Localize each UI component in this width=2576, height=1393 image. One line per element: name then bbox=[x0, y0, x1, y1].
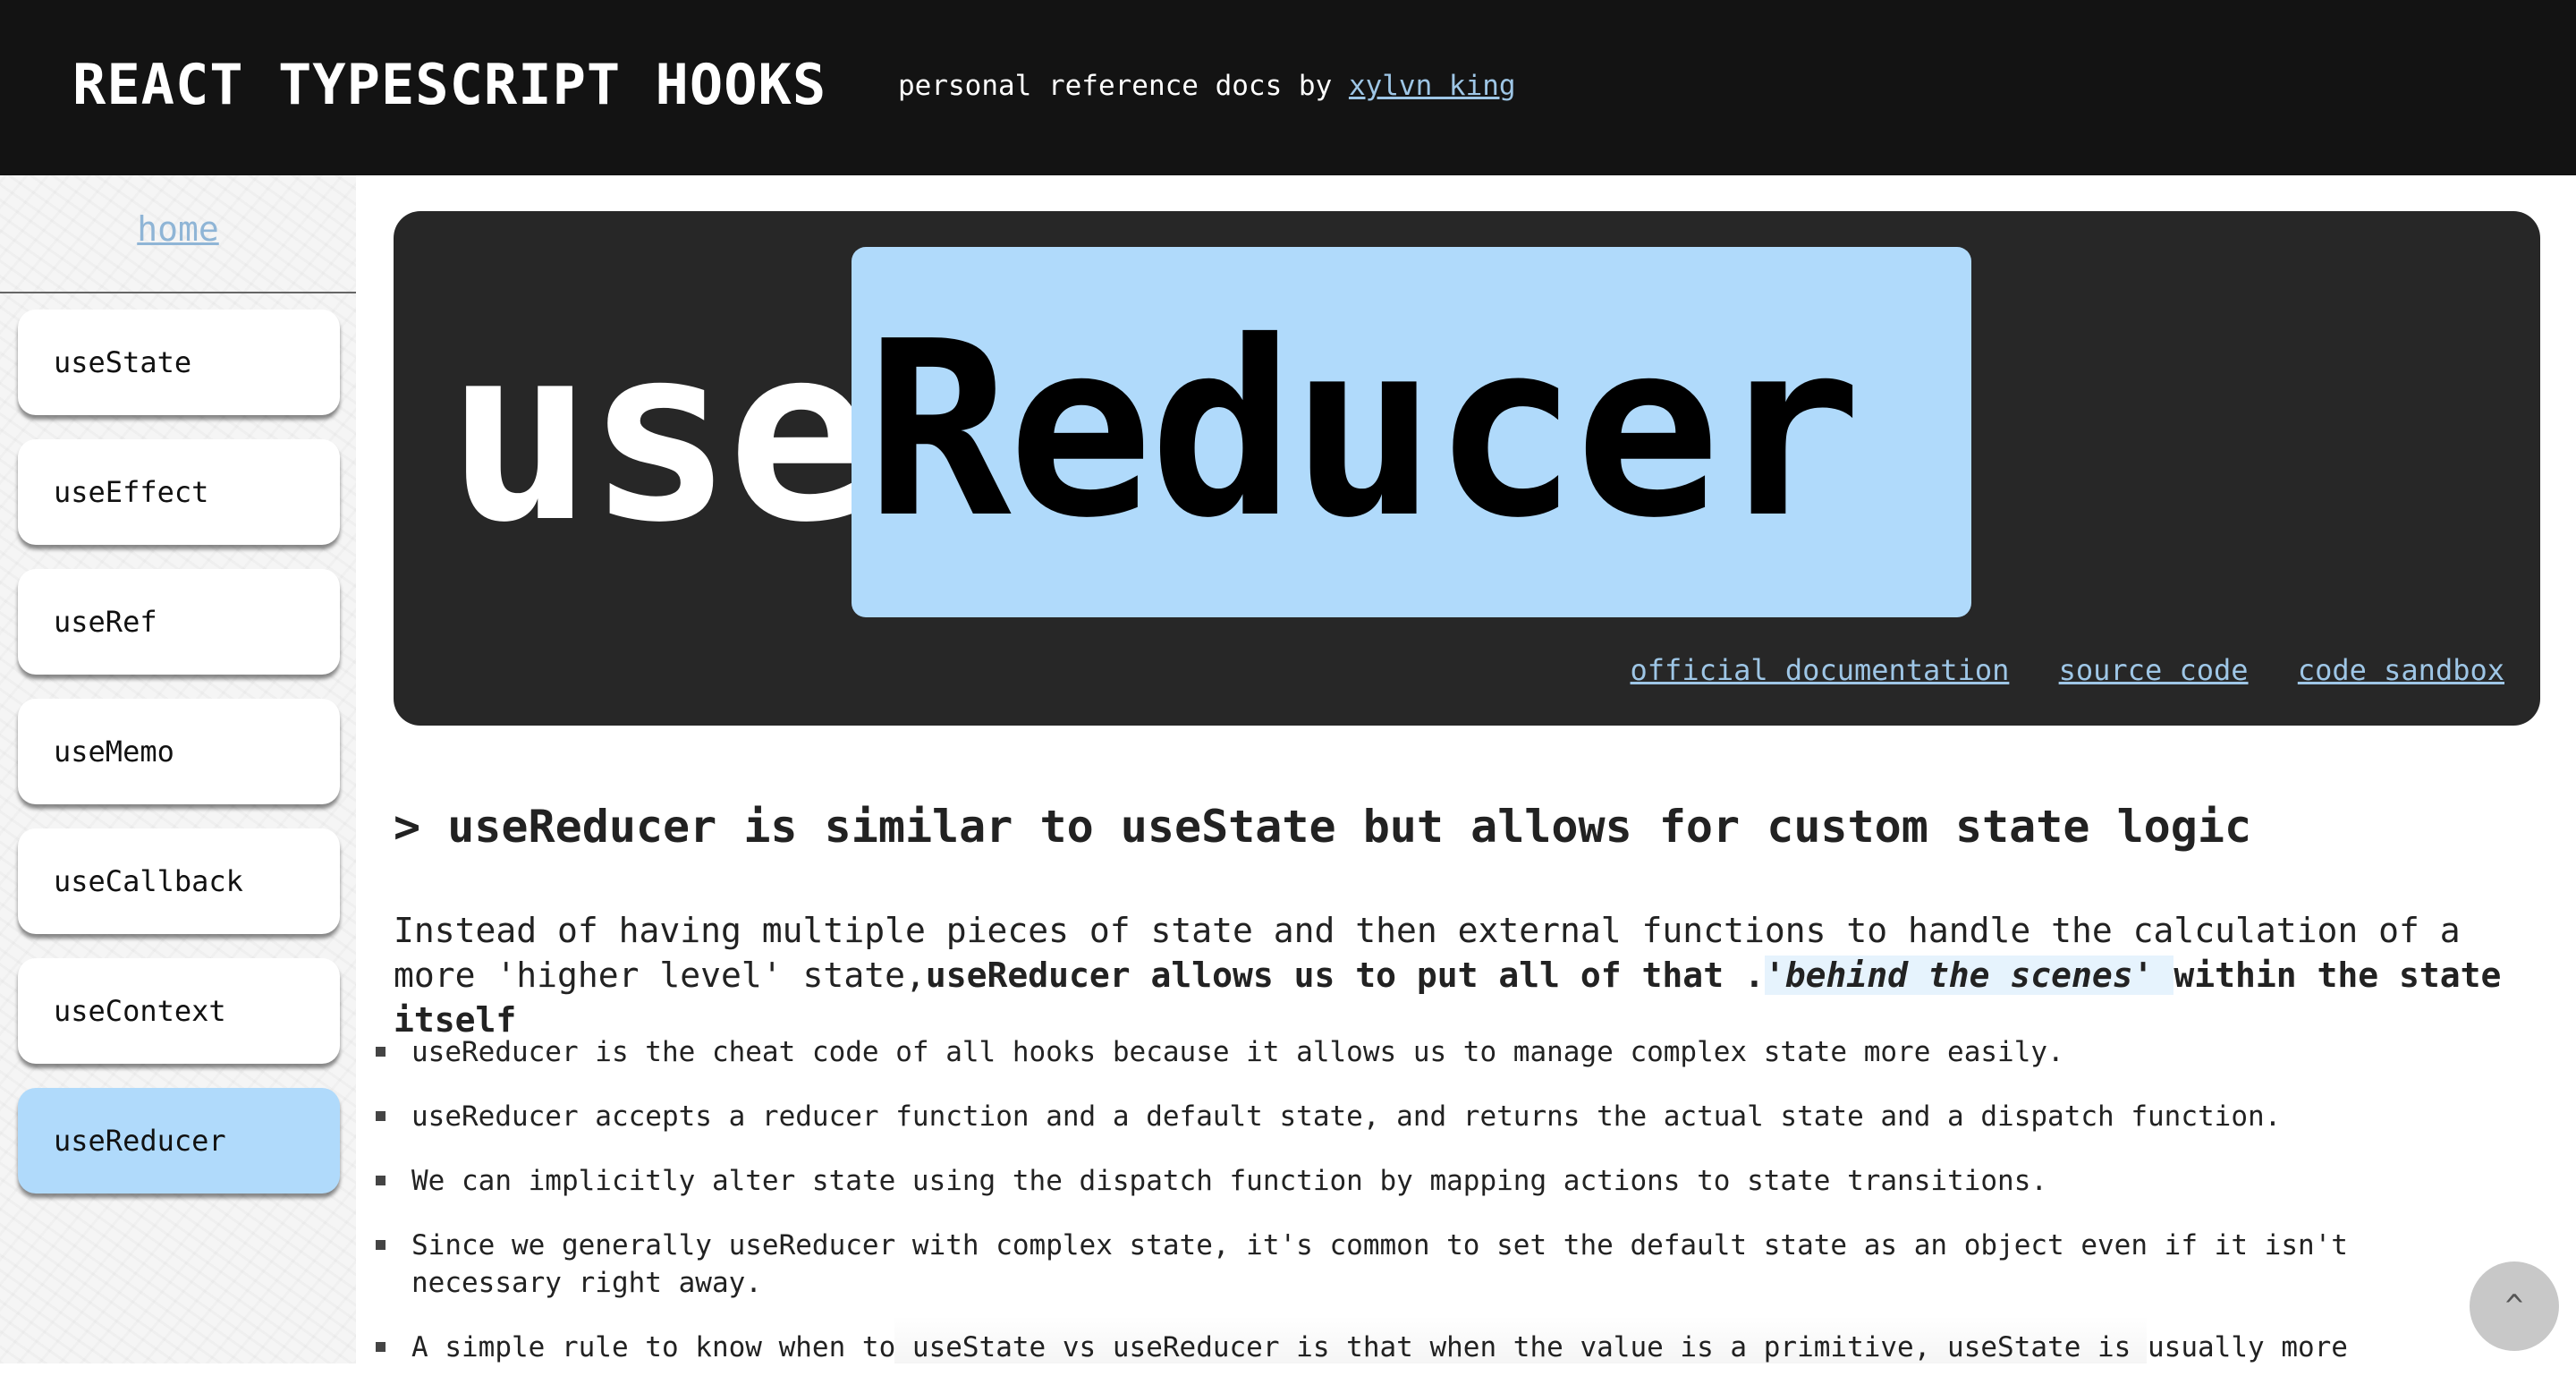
list-item: useReducer accepts a reducer function an… bbox=[376, 1098, 2433, 1135]
hero-links: official documentation source code code … bbox=[1598, 653, 2504, 687]
list-item: We can implicitly alter state using the … bbox=[376, 1162, 2433, 1200]
scroll-fade bbox=[894, 1315, 2147, 1363]
official-docs-link[interactable]: official documentation bbox=[1631, 653, 2010, 687]
sidebar-item-usecontext[interactable]: useContext bbox=[18, 958, 340, 1064]
list-item: useReducer is the cheat code of all hook… bbox=[376, 1033, 2433, 1071]
sidebar-item-usestate[interactable]: useState bbox=[18, 310, 340, 415]
tagline: personal reference docs by xylvn king bbox=[898, 70, 1516, 102]
scroll-to-top-button[interactable]: ^ bbox=[2470, 1261, 2559, 1351]
sidebar-item-useeffect[interactable]: useEffect bbox=[18, 439, 340, 545]
list-item: Since we generally useReducer with compl… bbox=[376, 1227, 2433, 1302]
site-title: REACT TYPESCRIPT HOOKS bbox=[72, 52, 827, 117]
sidebar-item-useref[interactable]: useRef bbox=[18, 569, 340, 675]
sidebar: home useState useEffect useRef useMemo u… bbox=[0, 175, 356, 1363]
hero-hook-name: Reducer bbox=[866, 289, 1862, 571]
code-sandbox-link[interactable]: code sandbox bbox=[2298, 653, 2504, 687]
sidebar-item-usereducer[interactable]: useReducer bbox=[18, 1088, 340, 1193]
hero-name-highlight: Reducer bbox=[852, 247, 1971, 617]
top-bar: REACT TYPESCRIPT HOOKS personal referenc… bbox=[0, 0, 2576, 175]
tagline-text: personal reference docs by bbox=[898, 70, 1333, 102]
home-link[interactable]: home bbox=[0, 209, 356, 249]
source-code-link[interactable]: source code bbox=[2059, 653, 2249, 687]
intro-bold: useReducer allows us to put all of that … bbox=[925, 956, 1765, 995]
section-heading: > useReducer is similar to useState but … bbox=[394, 801, 2252, 853]
sidebar-item-usememo[interactable]: useMemo bbox=[18, 699, 340, 804]
hero-prefix: use bbox=[447, 293, 873, 575]
intro-highlight: 'behind the scenes' bbox=[1764, 956, 2174, 995]
sidebar-divider bbox=[0, 292, 356, 293]
author-link[interactable]: xylvn king bbox=[1349, 70, 1516, 102]
intro-paragraph: Instead of having multiple pieces of sta… bbox=[394, 908, 2540, 1042]
sidebar-item-usecallback[interactable]: useCallback bbox=[18, 828, 340, 934]
hero-banner: use Reducer official documentation sourc… bbox=[394, 211, 2540, 726]
